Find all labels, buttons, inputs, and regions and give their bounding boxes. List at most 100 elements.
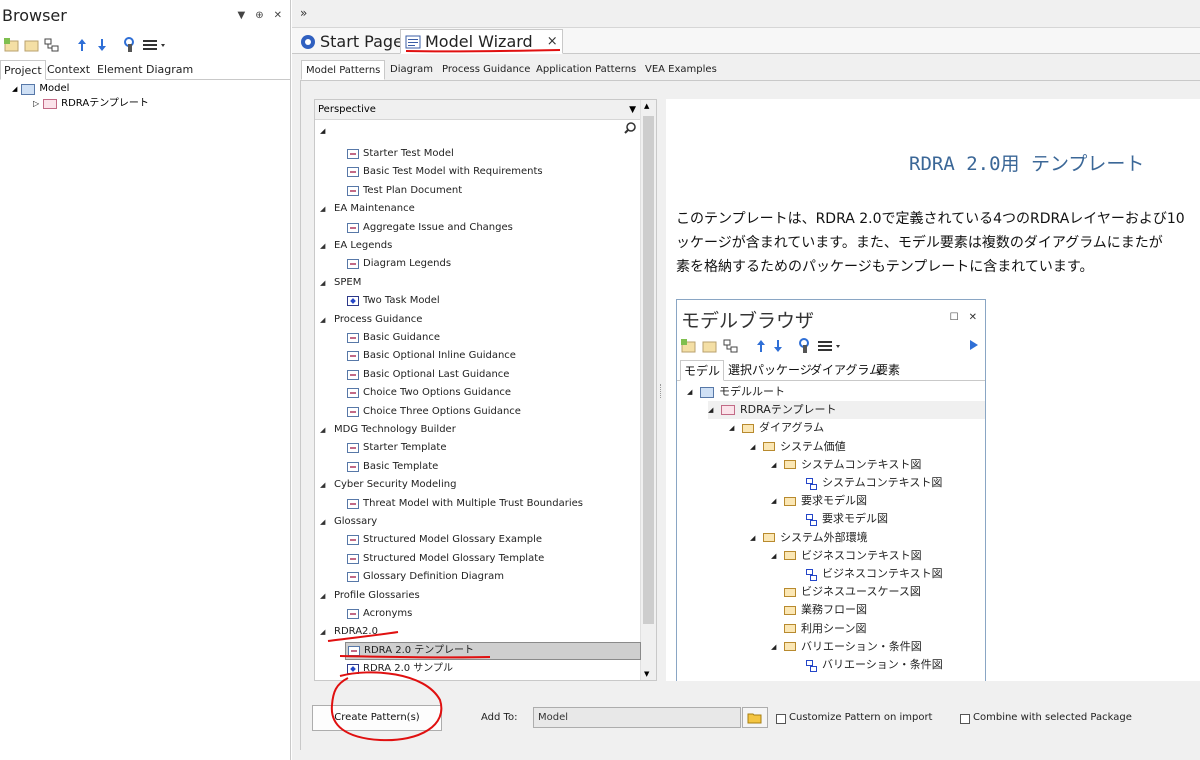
pattern-row[interactable]: Starter Template (347, 439, 447, 457)
collapse-icon[interactable]: ◢ (320, 274, 328, 292)
move-down-icon[interactable] (94, 37, 110, 53)
scroll-up-icon[interactable]: ▲ (644, 102, 649, 110)
tab-application-patterns[interactable]: Application Patterns (532, 60, 640, 80)
category-row[interactable]: ◢ Profile Glossaries (320, 587, 420, 605)
locate-hand-icon (798, 338, 812, 354)
collapse-icon[interactable]: ◢ (320, 513, 328, 531)
pattern-row[interactable]: Test Plan Document (347, 182, 462, 200)
hierarchy-icon[interactable] (44, 37, 60, 53)
row-label: Starter Template (363, 442, 447, 454)
dropdown-icon[interactable]: ▼ (238, 10, 246, 21)
collapse-icon[interactable]: ◢ (320, 623, 328, 641)
customize-pattern-checkbox[interactable] (776, 714, 786, 724)
pattern-row[interactable]: Aggregate Issue and Changes (347, 219, 513, 237)
close-icon[interactable]: ✕ (274, 10, 282, 21)
pattern-row[interactable]: RDRA 2.0 サンプル (347, 660, 453, 678)
category-row[interactable]: ◢ EA Maintenance (320, 200, 415, 218)
category-row[interactable]: ◢ Glossary (320, 513, 377, 531)
tab-model-wizard[interactable]: Model Wizard × (400, 29, 563, 54)
folder-icon (784, 551, 796, 561)
tab-start-page[interactable]: Start Page (296, 29, 407, 54)
row-label: Acronyms (363, 608, 413, 619)
pattern-row[interactable]: Choice Two Options Guidance (347, 384, 511, 402)
collapse-icon[interactable]: ◢ (320, 200, 328, 218)
row-label: Cyber Security Modeling (334, 479, 457, 491)
browse-package-button[interactable] (742, 707, 768, 728)
category-row[interactable]: ◢ Cyber Security Modeling (320, 476, 456, 494)
category-row[interactable]: ◢ MDG Technology Builder (320, 421, 456, 439)
combine-package-checkbox[interactable] (960, 714, 970, 724)
tab-diagram[interactable]: Diagram (386, 60, 437, 80)
mini-tree-label: バリエーション・条件図 (822, 658, 943, 671)
move-up-icon[interactable] (74, 37, 90, 53)
row-label: SPEM (334, 276, 362, 288)
model-pattern-icon (347, 498, 359, 509)
collapse-icon[interactable]: ◢ (320, 311, 328, 329)
row-label: Basic Template (363, 460, 439, 472)
pattern-row[interactable]: Basic Optional Last Guidance (347, 366, 509, 384)
category-row[interactable]: ◢ EA Legends (320, 237, 392, 255)
splitter[interactable] (658, 99, 666, 681)
diagram-icon (805, 568, 817, 581)
category-row[interactable]: ◢ Process Guidance (320, 311, 422, 329)
top-strip: » (292, 0, 1200, 28)
tab-process-guidance[interactable]: Process Guidance (438, 60, 534, 80)
add-to-field[interactable]: Model (533, 707, 741, 728)
pattern-row-selected[interactable]: RDRA 2.0 テンプレート (345, 641, 641, 660)
pattern-row[interactable]: Acronyms (347, 605, 412, 623)
pattern-row[interactable]: Basic Optional Inline Guidance (347, 347, 516, 365)
preview-line-1: このテンプレートは、RDRA 2.0で定義されている4つのRDRAレイヤーおよび… (676, 211, 1185, 227)
chevron-down-icon[interactable]: ▼ (629, 100, 636, 120)
scroll-down-icon[interactable]: ▼ (644, 670, 649, 678)
close-tab-icon[interactable]: × (547, 34, 558, 49)
tab-vea-examples[interactable]: VEA Examples (641, 60, 721, 80)
search-icon[interactable] (624, 122, 636, 134)
pattern-row[interactable]: Diagram Legends (347, 255, 451, 273)
create-pattern-button[interactable]: Create Pattern(s) (312, 705, 442, 731)
tree-item-model[interactable]: ◢ Model (12, 81, 69, 97)
tab-context[interactable]: Context (44, 60, 93, 80)
category-row[interactable]: ◢ SPEM (320, 274, 361, 292)
mini-tree-label: ビジネスコンテキスト図 (822, 567, 943, 580)
collapse-icon: ◢ (750, 442, 756, 451)
collapse-icon[interactable]: ◢ (320, 587, 328, 605)
collapse-icon[interactable]: ◢ (320, 421, 328, 439)
new-package-icon[interactable] (4, 37, 20, 53)
menu-icon[interactable] (142, 37, 168, 53)
category-row[interactable]: ◢ RDRA2.0 (320, 623, 378, 641)
tab-element[interactable]: Element (94, 60, 146, 80)
double-chevron-icon[interactable]: » (300, 6, 307, 20)
pattern-row[interactable]: Two Task Model (347, 292, 440, 310)
perspective-dropdown[interactable]: Perspective ▼ (315, 100, 642, 120)
mini-tree-row: ◢ ダイアグラム (729, 419, 824, 437)
expand-icon[interactable]: ▷ (33, 96, 39, 112)
pattern-row[interactable]: Starter Test Model (347, 145, 454, 163)
model-icon (21, 83, 36, 95)
pin-icon[interactable]: ⊕ (255, 10, 263, 21)
pattern-row[interactable]: Basic Guidance (347, 329, 440, 347)
folder-icon (784, 460, 796, 470)
locate-hand-icon[interactable] (122, 37, 138, 53)
model-pattern-icon (347, 388, 359, 399)
mini-tree-label: 利用シーン図 (801, 621, 867, 635)
mini-tree-label: モデルルート (719, 385, 785, 398)
pattern-row[interactable]: Basic Template (347, 458, 438, 476)
tree-item-rdra-template[interactable]: ▷ RDRAテンプレート (33, 96, 149, 112)
scroll-thumb[interactable] (643, 116, 654, 624)
pattern-row[interactable]: Threat Model with Multiple Trust Boundar… (347, 495, 583, 513)
collapse-icon[interactable]: ◢ (320, 237, 328, 255)
pattern-row[interactable]: Glossary Definition Diagram (347, 568, 504, 586)
folder-icon[interactable] (24, 37, 40, 53)
tab-model-patterns[interactable]: Model Patterns (301, 60, 386, 80)
vertical-scrollbar[interactable]: ▲ ▼ (640, 100, 656, 680)
pattern-row[interactable]: Basic Test Model with Requirements (347, 163, 543, 181)
collapse-icon[interactable]: ◢ (320, 476, 328, 494)
collapse-icon[interactable]: ◢ (12, 81, 17, 97)
tab-diagram[interactable]: Diagram (143, 60, 196, 80)
pattern-row[interactable]: Structured Model Glossary Template (347, 550, 544, 568)
browser-title: Browser (2, 6, 67, 25)
pattern-row[interactable]: Choice Three Options Guidance (347, 403, 521, 421)
pattern-row[interactable]: Structured Model Glossary Example (347, 531, 542, 549)
tab-project[interactable]: Project (0, 60, 46, 80)
play-icon (969, 339, 979, 351)
